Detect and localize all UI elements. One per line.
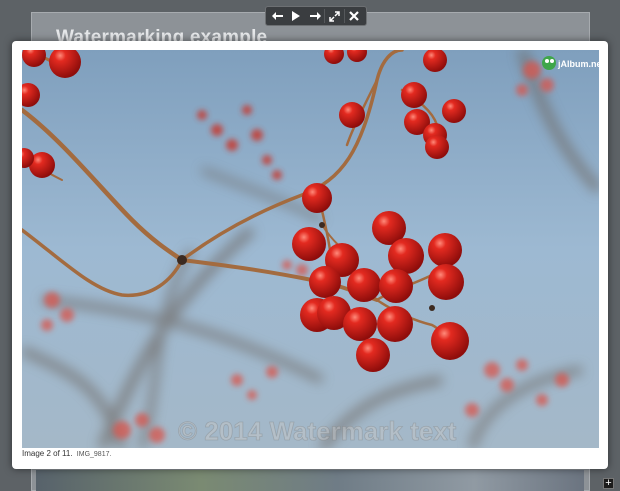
photo-caption: Image 2 of 11. IMG_9817.	[22, 449, 111, 458]
close-icon	[349, 11, 359, 21]
lightbox-toolbar	[265, 6, 367, 26]
fullscreen-icon	[329, 10, 340, 22]
next-icon	[309, 12, 321, 20]
jalbum-logo-text: jAlbum.net	[557, 59, 599, 69]
prev-icon	[272, 12, 284, 20]
play-button[interactable]	[287, 8, 305, 24]
next-button[interactable]	[306, 8, 324, 24]
caption-index: Image 2 of 11.	[22, 449, 73, 458]
play-icon	[292, 11, 301, 21]
jalbum-logo: jAlbum.net	[542, 56, 599, 70]
expand-button[interactable]: +	[603, 478, 614, 489]
lightbox: © 2014 Watermark text jAlbum.net Image 2…	[12, 41, 608, 469]
watermark-text: © 2014 Watermark text	[178, 416, 457, 446]
fullscreen-button[interactable]	[325, 8, 343, 24]
previous-button[interactable]	[269, 8, 287, 24]
close-button[interactable]	[345, 8, 363, 24]
berries-photo: © 2014 Watermark text jAlbum.net	[22, 50, 599, 448]
lightbox-photo[interactable]: © 2014 Watermark text jAlbum.net	[22, 50, 599, 448]
background-thumbnail-strip	[36, 470, 584, 491]
caption-filename: IMG_9817.	[76, 451, 112, 458]
